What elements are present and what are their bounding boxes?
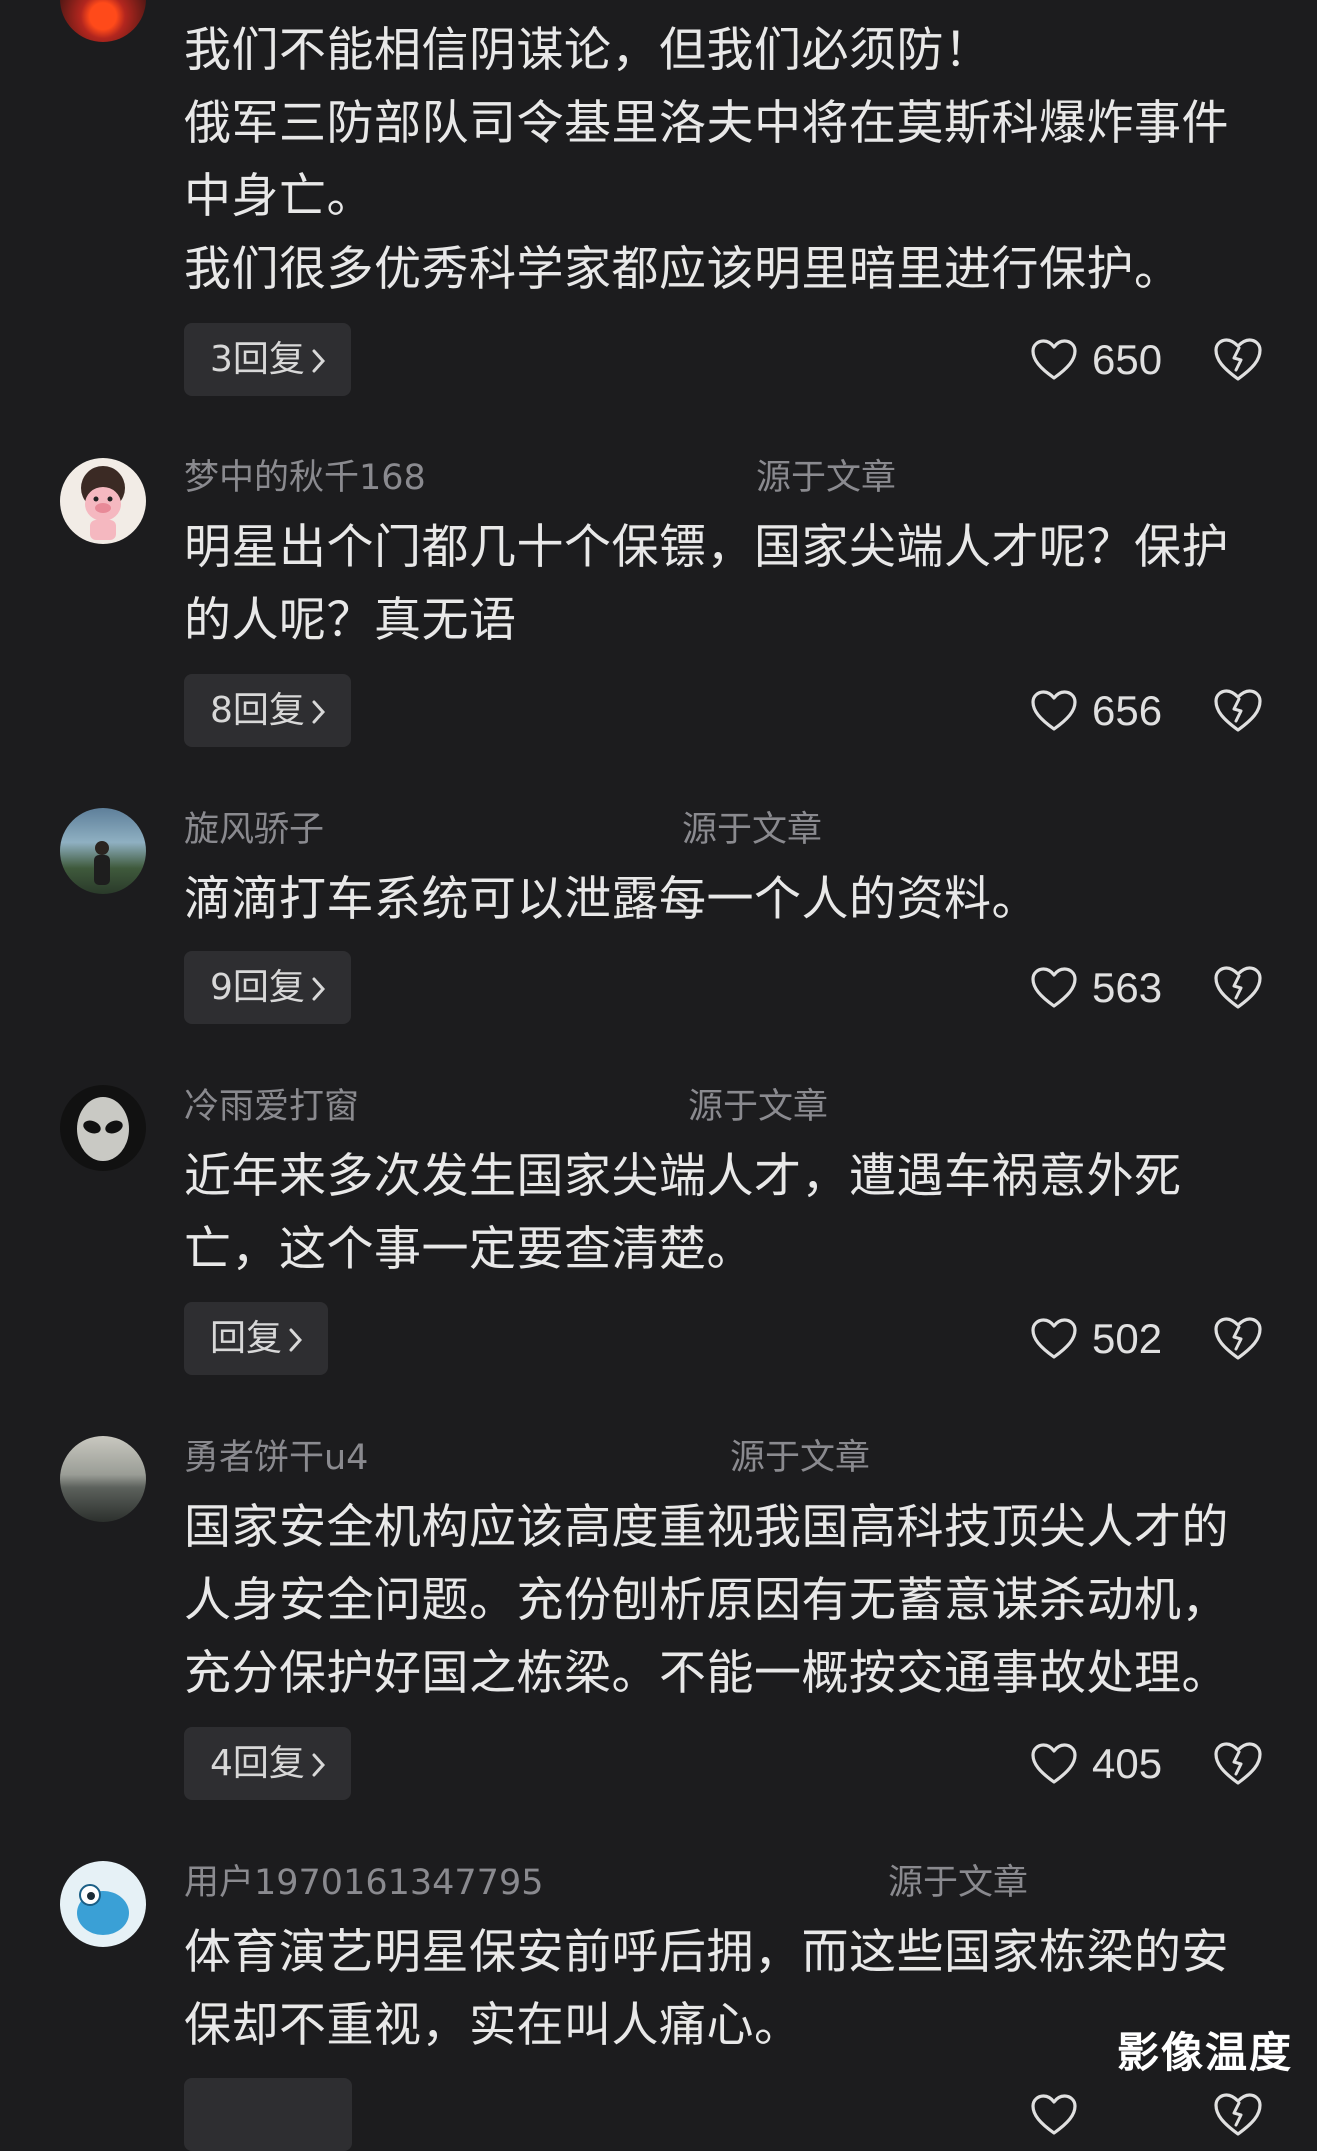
broken-heart-icon <box>1214 337 1262 381</box>
like-count: 405 <box>1092 1740 1163 1787</box>
reply-button[interactable]: 回复 <box>184 1302 329 1375</box>
chevron-right-icon <box>311 327 327 400</box>
broken-heart-icon <box>1214 1316 1262 1360</box>
like-count: 650 <box>1092 336 1163 383</box>
like-button[interactable]: 656 <box>1030 674 1162 747</box>
reply-label: 3回复 <box>210 339 305 380</box>
comment-text: 我们不能相信阴谋论，但我们必须防！ 俄军三防部队司令基里洛夫中将在莫斯科爆炸事件… <box>184 14 1264 306</box>
dislike-button[interactable] <box>1212 951 1264 1024</box>
dislike-button[interactable] <box>1212 1302 1264 1375</box>
dislike-button[interactable] <box>1212 2078 1264 2151</box>
comment-text-line: 充分保护好国之栋梁。不能一概按交通事故处理。 <box>184 1646 1229 1701</box>
comment-username[interactable]: 勇者饼干u4 <box>184 1436 368 1480</box>
comment-text-line: 国家安全机构应该高度重视我国高科技顶尖人才的 <box>184 1500 1229 1555</box>
comment-source: 源于文章 <box>888 1863 1029 1903</box>
avatar[interactable] <box>60 1861 146 1947</box>
dislike-button[interactable] <box>1212 323 1264 396</box>
heart-outline-icon <box>1031 338 1077 380</box>
avatar[interactable] <box>60 1085 146 1171</box>
like-count: 563 <box>1092 964 1163 1011</box>
comment-text: 滴滴打车系统可以泄露每一个人的资料。 <box>184 863 1264 936</box>
reply-button[interactable] <box>184 2078 352 2151</box>
like-button[interactable] <box>1030 2078 1078 2151</box>
comment-text-line: 我们很多优秀科学家都应该明里暗里进行保护。 <box>184 242 1182 297</box>
comment-text: 近年来多次发生国家尖端人才，遭遇车祸意外死 亡，这个事一定要查清楚。 <box>184 1140 1264 1286</box>
reply-label: 回复 <box>210 1318 283 1359</box>
avatar[interactable] <box>60 0 146 42</box>
reply-button[interactable]: 3回复 <box>184 323 351 396</box>
comment-source: 源于文章 <box>730 1438 871 1478</box>
comment-text-line: 近年来多次发生国家尖端人才，遭遇车祸意外死 <box>184 1149 1182 1204</box>
comment-username[interactable]: 用户1970161347795 <box>184 1861 544 1905</box>
comment-username[interactable]: 冷雨爱打窗 <box>184 1085 359 1129</box>
chevron-right-icon <box>288 1306 304 1379</box>
comment-text-line: 体育演艺明星保安前呼后拥，而这些国家栋梁的安 <box>184 1925 1229 1980</box>
comment-text-line: 滴滴打车系统可以泄露每一个人的资料。 <box>184 872 1039 927</box>
chevron-right-icon <box>311 678 327 751</box>
watermark: 影像温度 <box>1116 2028 1293 2077</box>
like-button[interactable]: 563 <box>1030 951 1162 1024</box>
heart-outline-icon <box>1031 1317 1077 1359</box>
comment-text: 体育演艺明星保安前呼后拥，而这些国家栋梁的安 保却不重视，实在叫人痛心。 <box>184 1916 1264 2062</box>
comment-username[interactable]: 旋风骄子 <box>184 808 324 852</box>
heart-outline-icon <box>1031 1742 1077 1784</box>
like-button[interactable]: 405 <box>1030 1727 1162 1800</box>
like-button[interactable]: 650 <box>1030 323 1162 396</box>
comment-text-line: 我们不能相信阴谋论，但我们必须防！ <box>184 23 992 78</box>
reply-label: 4回复 <box>210 1743 305 1784</box>
comment-text-line: 保却不重视，实在叫人痛心。 <box>184 1998 802 2053</box>
comment-text-line: 人身安全问题。充份刨析原因有无蓄意谋杀动机， <box>184 1573 1229 1628</box>
comment-source: 源于文章 <box>682 810 823 850</box>
reply-button[interactable]: 4回复 <box>184 1727 351 1800</box>
comment-text: 明星出个门都几十个保镖，国家尖端人才呢？保护 的人呢？真无语 <box>184 511 1264 657</box>
comment-source: 源于文章 <box>756 458 897 498</box>
like-count: 502 <box>1092 1315 1163 1362</box>
comment-source: 源于文章 <box>688 1087 829 1127</box>
comment-username[interactable]: 梦中的秋千168 <box>184 456 426 500</box>
comment-text: 国家安全机构应该高度重视我国高科技顶尖人才的 人身安全问题。充份刨析原因有无蓄意… <box>184 1491 1264 1710</box>
reply-button[interactable]: 8回复 <box>184 674 351 747</box>
avatar[interactable] <box>60 458 146 544</box>
heart-outline-icon <box>1031 2093 1077 2135</box>
dislike-button[interactable] <box>1212 674 1264 747</box>
like-button[interactable]: 502 <box>1030 1302 1162 1375</box>
reply-label: 9回复 <box>210 967 305 1008</box>
broken-heart-icon <box>1214 2092 1262 2136</box>
broken-heart-icon <box>1214 688 1262 732</box>
reply-label: 8回复 <box>210 690 305 731</box>
chevron-right-icon <box>311 955 327 1028</box>
avatar[interactable] <box>60 1436 146 1522</box>
comment-text-line: 亡，这个事一定要查清楚。 <box>184 1222 754 1277</box>
reply-button[interactable]: 9回复 <box>184 951 351 1024</box>
broken-heart-icon <box>1214 1741 1262 1785</box>
comment-text-line: 的人呢？真无语 <box>184 593 517 648</box>
heart-outline-icon <box>1031 689 1077 731</box>
heart-outline-icon <box>1031 966 1077 1008</box>
avatar[interactable] <box>60 808 146 894</box>
like-count: 656 <box>1092 687 1163 734</box>
chevron-right-icon <box>311 1731 327 1804</box>
comment-text-line: 中身亡。 <box>184 169 374 224</box>
dislike-button[interactable] <box>1212 1727 1264 1800</box>
comment-text-line: 俄军三防部队司令基里洛夫中将在莫斯科爆炸事件 <box>184 96 1229 151</box>
comment-text-line: 明星出个门都几十个保镖，国家尖端人才呢？保护 <box>184 520 1229 575</box>
broken-heart-icon <box>1214 965 1262 1009</box>
